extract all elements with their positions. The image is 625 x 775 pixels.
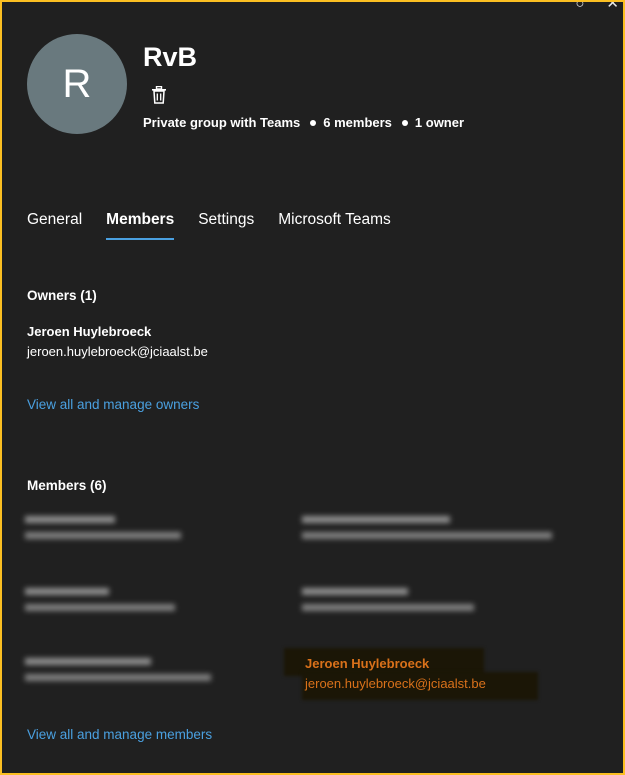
members-section-title: Members (6) <box>27 478 107 493</box>
manage-owners-link[interactable]: View all and manage owners <box>27 397 199 412</box>
redacted-member <box>302 516 552 548</box>
group-meta: Private group with Teams 6 members 1 own… <box>143 115 464 130</box>
redacted-member <box>25 658 211 690</box>
manage-members-link[interactable]: View all and manage members <box>27 727 212 742</box>
redacted-member <box>25 588 175 620</box>
window-controls: ○ ✕ <box>575 2 619 12</box>
member-email: jeroen.huylebroeck@jciaalst.be <box>305 676 486 691</box>
member-item-highlighted: Jeroen Huylebroeck jeroen.huylebroeck@jc… <box>284 648 538 700</box>
close-icon[interactable]: ✕ <box>606 2 619 12</box>
separator-dot <box>401 119 408 126</box>
avatar-initial: R <box>62 61 92 106</box>
owners-section-title: Owners (1) <box>27 288 97 303</box>
tab-bar: General Members Settings Microsoft Teams <box>27 211 391 240</box>
owners-count: 1 owner <box>414 115 465 130</box>
tab-microsoft-teams[interactable]: Microsoft Teams <box>278 211 391 240</box>
tab-members[interactable]: Members <box>106 211 175 240</box>
tab-general[interactable]: General <box>27 211 82 240</box>
owner-email: jeroen.huylebroeck@jciaalst.be <box>27 344 208 359</box>
owner-name: Jeroen Huylebroeck <box>27 324 152 339</box>
tab-settings[interactable]: Settings <box>198 211 254 240</box>
redacted-member <box>25 516 181 548</box>
group-details-panel: ○ ✕ R RvB Private group with Teams 6 mem… <box>2 2 623 773</box>
redacted-member <box>302 588 474 620</box>
member-name: Jeroen Huylebroeck <box>305 656 430 671</box>
separator-dot <box>310 119 317 126</box>
members-count: 6 members <box>323 115 392 130</box>
minimize-icon[interactable]: ○ <box>575 2 584 12</box>
group-avatar: R <box>27 34 127 134</box>
group-name: RvB <box>143 42 198 72</box>
owner-item: Jeroen Huylebroeck jeroen.huylebroeck@jc… <box>27 324 208 359</box>
group-type: Private group with Teams <box>143 115 301 130</box>
trash-icon[interactable] <box>151 86 167 104</box>
